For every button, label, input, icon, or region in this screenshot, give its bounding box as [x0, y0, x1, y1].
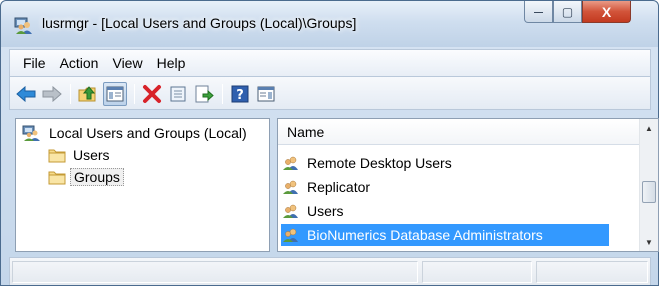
svg-text:?: ? [236, 88, 244, 103]
delete-icon [143, 85, 161, 103]
properties-button[interactable] [166, 82, 190, 106]
folder-icon [48, 149, 66, 163]
lusrmgr-window: lusrmgr - [Local Users and Groups (Local… [0, 0, 659, 286]
close-icon: X [601, 3, 612, 20]
arrow-up-icon: ▲ [645, 123, 653, 133]
show-hide-action-pane-icon [257, 86, 275, 102]
up-one-level-button[interactable] [76, 82, 100, 106]
help-icon: ? [231, 85, 249, 103]
list-item-selected[interactable]: BioNumerics Database Administrators [281, 224, 609, 246]
status-cell [536, 261, 648, 283]
list-item-label: BioNumerics Database Administrators [307, 227, 543, 243]
scrollbar-thumb[interactable] [642, 181, 656, 203]
list-item[interactable]: Remote Desktop Users [282, 152, 455, 174]
list-item-label: Replicator [307, 179, 371, 195]
list-item-label: Remote Desktop Users [307, 155, 452, 171]
list-item[interactable]: Replicator [282, 176, 373, 198]
maximize-button[interactable]: ▢ [553, 1, 582, 23]
maximize-icon: ▢ [561, 4, 574, 19]
properties-icon [170, 86, 186, 102]
help-button[interactable]: ? [228, 82, 252, 106]
menu-view[interactable]: View [105, 55, 149, 71]
list-item[interactable]: Users [282, 200, 347, 222]
menu-file[interactable]: File [16, 55, 53, 71]
menu-action[interactable]: Action [53, 55, 106, 71]
list-item-label: Users [307, 203, 344, 219]
back-button[interactable] [14, 82, 38, 106]
vertical-scrollbar[interactable]: ▲ ▼ [639, 119, 658, 251]
forward-button[interactable] [40, 82, 64, 106]
back-arrow-icon [16, 86, 36, 102]
status-bar [9, 257, 651, 285]
folder-icon [48, 171, 66, 185]
group-icon [283, 156, 298, 170]
caption-buttons: — ▢ X [524, 1, 631, 25]
show-hide-console-tree-button[interactable] [103, 82, 127, 106]
export-list-button[interactable] [192, 82, 216, 106]
arrow-down-icon: ▼ [645, 237, 653, 247]
delete-button[interactable] [140, 82, 164, 106]
show-hide-action-pane-button[interactable] [254, 82, 278, 106]
minimize-icon: — [534, 6, 543, 17]
tree-item-groups[interactable]: Groups [48, 167, 124, 187]
console-tree-pane[interactable]: Local Users and Groups (Local) Users Gro… [15, 118, 270, 252]
title-bar[interactable]: lusrmgr - [Local Users and Groups (Local… [1, 1, 658, 47]
close-button[interactable]: X [582, 1, 631, 23]
groups-list-pane[interactable]: Name Remote Desktop Users Replicator Use… [277, 118, 659, 252]
computer-users-icon [22, 125, 40, 141]
status-cell [422, 261, 532, 283]
column-header-label: Name [287, 123, 325, 140]
group-icon [283, 180, 298, 194]
forward-arrow-icon [42, 86, 62, 102]
scroll-up-button[interactable]: ▲ [640, 119, 658, 137]
status-cell [12, 261, 418, 283]
users-groups-app-icon [14, 17, 32, 34]
menu-bar: File Action View Help [9, 49, 651, 76]
tree-item-label: Local Users and Groups (Local) [49, 125, 247, 141]
window-title: lusrmgr - [Local Users and Groups (Local… [42, 15, 357, 31]
toolbar-separator [222, 84, 223, 104]
tree-item-label: Users [73, 147, 110, 163]
toolbar-separator [134, 84, 135, 104]
column-header-name[interactable]: Name [278, 119, 640, 145]
menu-help[interactable]: Help [150, 55, 193, 71]
export-list-icon [195, 85, 214, 103]
minimize-button[interactable]: — [524, 1, 553, 23]
tree-item-local-users-and-groups[interactable]: Local Users and Groups (Local) [22, 123, 250, 143]
group-icon [283, 204, 298, 218]
toolbar: ? [9, 76, 651, 110]
group-icon [283, 228, 298, 242]
tree-item-users[interactable]: Users [48, 145, 113, 165]
show-hide-console-tree-icon [106, 86, 124, 102]
scroll-down-button[interactable]: ▼ [640, 233, 658, 251]
up-folder-icon [78, 86, 96, 102]
tree-item-label: Groups [70, 168, 124, 186]
toolbar-separator [70, 84, 71, 104]
